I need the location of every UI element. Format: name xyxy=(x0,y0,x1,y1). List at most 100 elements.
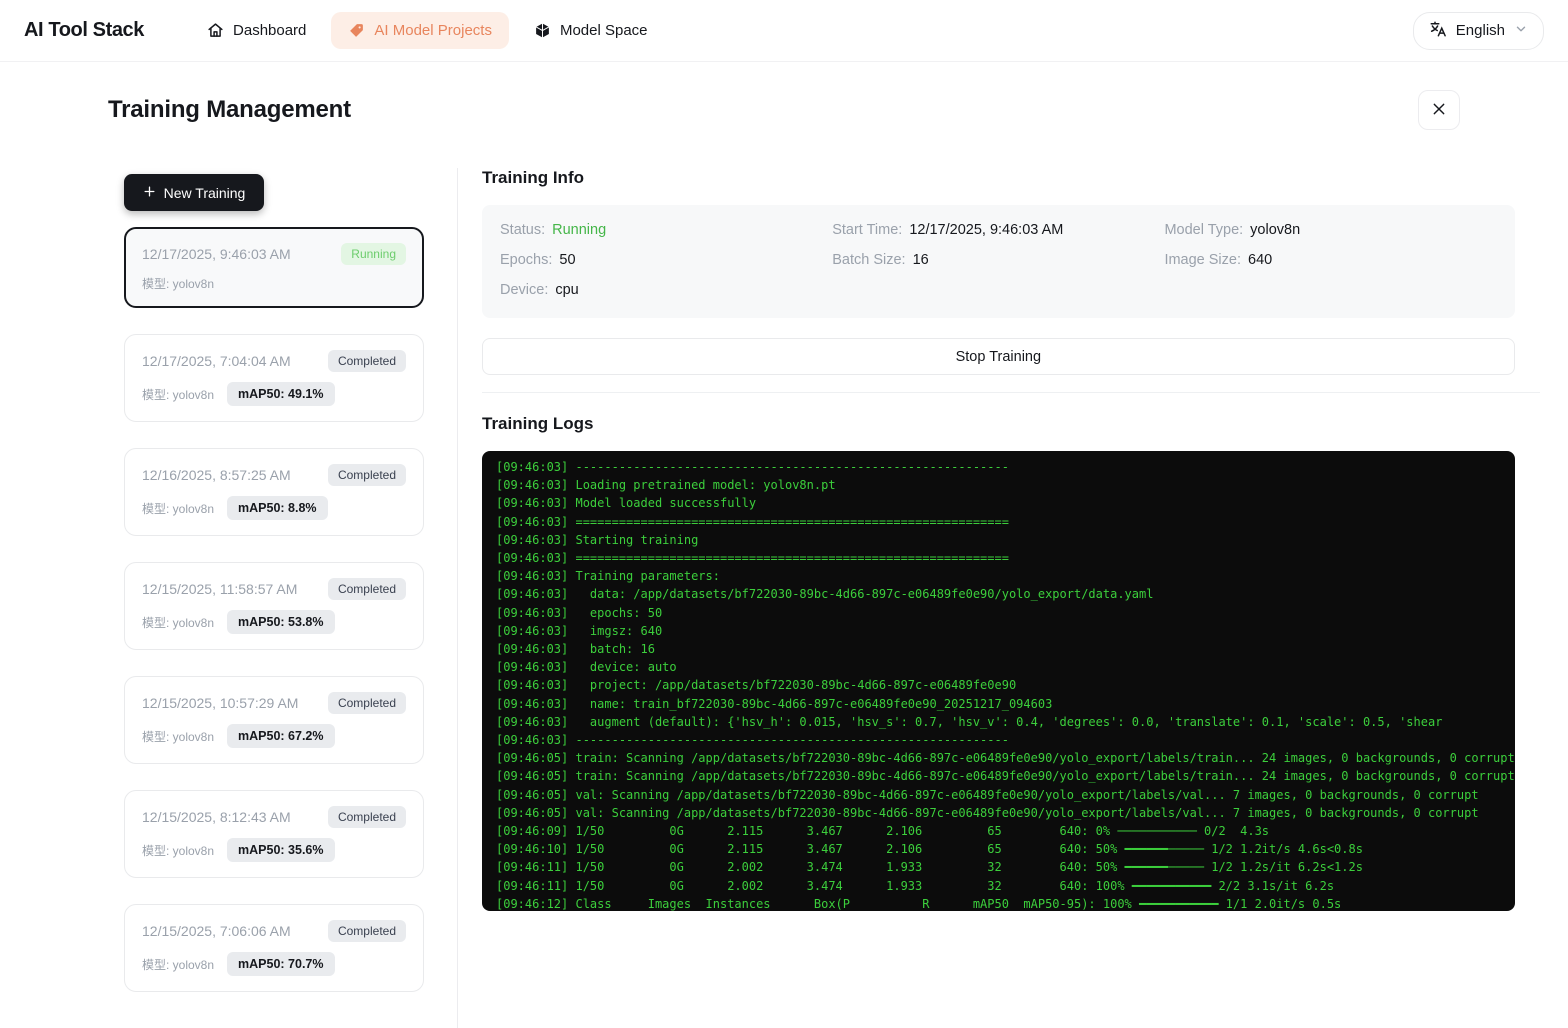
log-line: [09:46:10] 1/50 0G 2.115 3.467 2.106 65 … xyxy=(496,840,1515,858)
log-line: [09:46:11] 1/50 0G 2.002 3.474 1.933 32 … xyxy=(496,877,1515,895)
session-card-row: 12/17/2025, 9:46:03 AM Running xyxy=(142,243,406,265)
nav-items: Dashboard AI Model Projects Model Space xyxy=(190,12,1413,49)
session-model: 模型: yolov8n xyxy=(142,275,214,292)
training-info-panel: Status: Running Start Time: 12/17/2025, … xyxy=(482,205,1515,318)
log-line: [09:46:09] 1/50 0G 2.115 3.467 2.106 65 … xyxy=(496,822,1515,840)
session-date: 12/15/2025, 11:58:57 AM xyxy=(142,581,297,597)
log-line: [09:46:03] name: train_bf722030-89bc-4d6… xyxy=(496,695,1515,713)
session-card-row: 12/15/2025, 11:58:57 AM Completed xyxy=(142,578,406,600)
training-session-card[interactable]: 12/15/2025, 8:12:43 AM Completed 模型: yol… xyxy=(124,790,424,878)
home-icon xyxy=(207,22,224,39)
info-label: Start Time: xyxy=(832,222,902,238)
nav-item-ai-model-projects[interactable]: AI Model Projects xyxy=(331,12,509,49)
close-button[interactable] xyxy=(1418,90,1460,130)
new-training-button[interactable]: New Training xyxy=(124,174,264,211)
section-divider xyxy=(482,392,1540,393)
info-label: Device: xyxy=(500,282,548,298)
content: New Training 12/17/2025, 9:46:03 AM Runn… xyxy=(108,168,1460,1028)
session-list: 12/17/2025, 9:46:03 AM Running 模型: yolov… xyxy=(124,227,424,992)
status-value: Running xyxy=(552,222,606,238)
session-model: 模型: yolov8n xyxy=(142,614,214,631)
log-line: [09:46:05] val: Scanning /app/datasets/b… xyxy=(496,786,1515,804)
info-field-image-size: Image Size: 640 xyxy=(1164,252,1496,268)
session-status-badge: Completed xyxy=(328,920,406,942)
log-line: [09:46:03] -----------------------------… xyxy=(496,731,1515,749)
session-card-row: 12/15/2025, 10:57:29 AM Completed xyxy=(142,692,406,714)
session-status-badge: Completed xyxy=(328,350,406,372)
training-session-card[interactable]: 12/15/2025, 7:06:06 AM Completed 模型: yol… xyxy=(124,904,424,992)
session-model: 模型: yolov8n xyxy=(142,500,214,517)
stop-training-button[interactable]: Stop Training xyxy=(482,338,1515,375)
info-field-start-time: Start Time: 12/17/2025, 9:46:03 AM xyxy=(832,222,1164,238)
info-field-status: Status: Running xyxy=(500,222,832,238)
training-session-card[interactable]: 12/17/2025, 9:46:03 AM Running 模型: yolov… xyxy=(124,227,424,308)
session-model: 模型: yolov8n xyxy=(142,728,214,745)
log-line: [09:46:03] augment (default): {'hsv_h': … xyxy=(496,713,1515,731)
session-card-row: 模型: yolov8n mAP50: 70.7% xyxy=(142,952,406,976)
session-map50-badge: mAP50: 53.8% xyxy=(227,610,334,634)
session-card-row: 12/16/2025, 8:57:25 AM Completed xyxy=(142,464,406,486)
language-selector[interactable]: English xyxy=(1413,12,1544,50)
log-line: [09:46:03] Loading pretrained model: yol… xyxy=(496,476,1515,494)
session-map50-badge: mAP50: 8.8% xyxy=(227,496,328,520)
training-session-card[interactable]: 12/17/2025, 7:04:04 AM Completed 模型: yol… xyxy=(124,334,424,422)
info-field-device: Device: cpu xyxy=(500,282,832,298)
nav-item-model-space[interactable]: Model Space xyxy=(517,12,665,49)
brand-logo: AI Tool Stack xyxy=(24,19,144,42)
info-field-batch-size: Batch Size: 16 xyxy=(832,252,1164,268)
session-date: 12/15/2025, 8:12:43 AM xyxy=(142,809,291,825)
session-status-badge: Completed xyxy=(328,692,406,714)
session-map50-badge: mAP50: 35.6% xyxy=(227,838,334,862)
session-card-row: 模型: yolov8n mAP50: 49.1% xyxy=(142,382,406,406)
info-value: cpu xyxy=(555,282,578,298)
info-label: Epochs: xyxy=(500,252,552,268)
info-label: Image Size: xyxy=(1164,252,1241,268)
session-map50-badge: mAP50: 67.2% xyxy=(227,724,334,748)
log-line: [09:46:03] Training parameters: xyxy=(496,567,1515,585)
training-detail-panel: Training Info Status: Running Start Time… xyxy=(458,168,1540,1028)
log-line: [09:46:03] Starting training xyxy=(496,531,1515,549)
log-line: [09:46:03] =============================… xyxy=(496,549,1515,567)
log-line: [09:46:05] train: Scanning /app/datasets… xyxy=(496,767,1515,785)
log-line: [09:46:03] project: /app/datasets/bf7220… xyxy=(496,676,1515,694)
nav-item-dashboard[interactable]: Dashboard xyxy=(190,12,323,49)
info-value: 50 xyxy=(559,252,575,268)
session-model: 模型: yolov8n xyxy=(142,842,214,859)
training-session-card[interactable]: 12/16/2025, 8:57:25 AM Completed 模型: yol… xyxy=(124,448,424,536)
session-card-row: 模型: yolov8n mAP50: 53.8% xyxy=(142,610,406,634)
session-model: 模型: yolov8n xyxy=(142,956,214,973)
top-navbar: AI Tool Stack Dashboard AI Model Project… xyxy=(0,0,1568,62)
info-field-epochs: Epochs: 50 xyxy=(500,252,832,268)
log-line: [09:46:03] -----------------------------… xyxy=(496,458,1515,476)
chevron-down-icon xyxy=(1514,22,1528,40)
info-label: Model Type: xyxy=(1164,222,1243,238)
log-line: [09:46:11] 1/50 0G 2.002 3.474 1.933 32 … xyxy=(496,858,1515,876)
session-status-badge: Completed xyxy=(328,578,406,600)
session-card-row: 模型: yolov8n mAP50: 8.8% xyxy=(142,496,406,520)
close-icon xyxy=(1431,101,1447,120)
nav-item-label: Model Space xyxy=(560,22,648,39)
training-session-card[interactable]: 12/15/2025, 11:58:57 AM Completed 模型: yo… xyxy=(124,562,424,650)
plus-icon xyxy=(143,185,156,201)
training-management-page: Training Management New Training 12/ xyxy=(0,90,1568,1028)
nav-item-label: Dashboard xyxy=(233,22,306,39)
log-line: [09:46:03] epochs: 50 xyxy=(496,604,1515,622)
session-date: 12/17/2025, 7:04:04 AM xyxy=(142,353,291,369)
language-label: English xyxy=(1456,22,1505,39)
nav-item-label: AI Model Projects xyxy=(374,22,492,39)
cube-icon xyxy=(534,22,551,39)
log-line: [09:46:03] =============================… xyxy=(496,513,1515,531)
session-card-row: 模型: yolov8n mAP50: 35.6% xyxy=(142,838,406,862)
log-line: [09:46:03] imgsz: 640 xyxy=(496,622,1515,640)
page-header: Training Management xyxy=(108,90,1460,130)
info-field-model-type: Model Type: yolov8n xyxy=(1164,222,1496,238)
log-line: [09:46:03] data: /app/datasets/bf722030-… xyxy=(496,585,1515,603)
session-date: 12/15/2025, 7:06:06 AM xyxy=(142,923,291,939)
info-label: Batch Size: xyxy=(832,252,905,268)
session-card-row: 12/15/2025, 8:12:43 AM Completed xyxy=(142,806,406,828)
training-session-card[interactable]: 12/15/2025, 10:57:29 AM Completed 模型: yo… xyxy=(124,676,424,764)
session-status-badge: Running xyxy=(341,243,406,265)
page-title: Training Management xyxy=(108,96,351,124)
training-logs-terminal[interactable]: [09:46:03] -----------------------------… xyxy=(482,451,1515,911)
session-status-badge: Completed xyxy=(328,806,406,828)
